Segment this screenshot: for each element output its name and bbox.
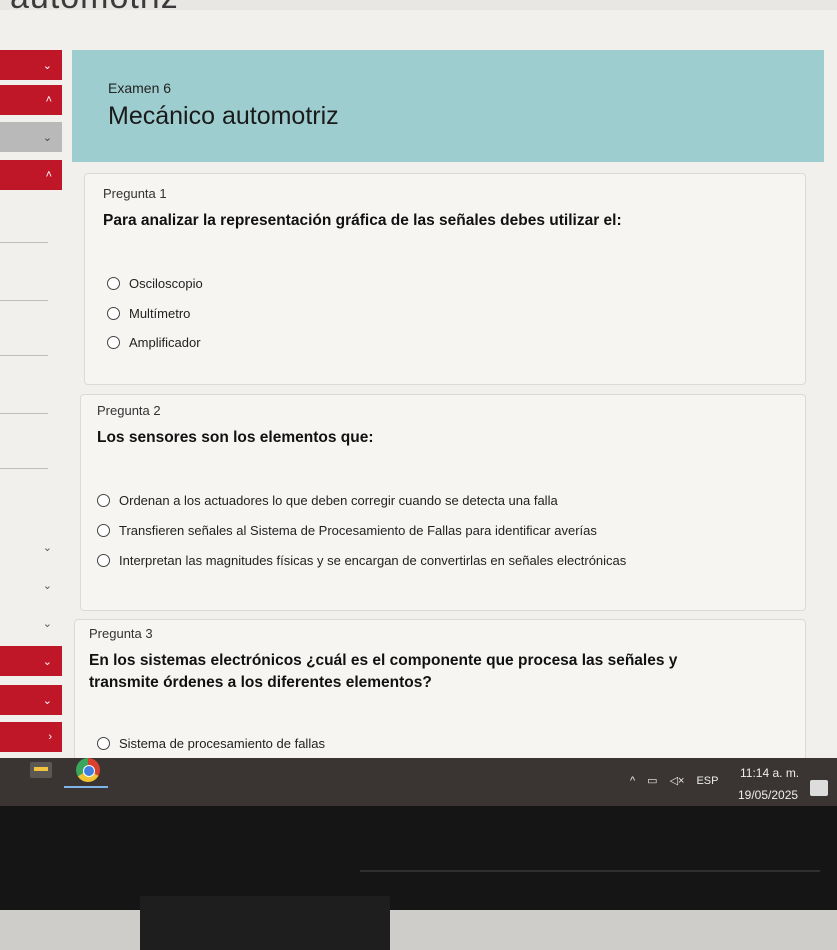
sidebar-toggle-10[interactable]: › (0, 722, 62, 752)
sidebar-divider (0, 242, 48, 243)
answer-option[interactable]: Ordenan a los actuadores lo que deben co… (97, 493, 558, 508)
file-explorer-icon[interactable] (30, 762, 52, 778)
sidebar-toggle-5[interactable]: ⌄ (0, 532, 62, 562)
sidebar-toggle-3[interactable]: ⌄ (0, 122, 62, 152)
question-text: Para analizar la representación gráfica … (103, 212, 622, 229)
question-text-line-1: En los sistemas electrónicos ¿cuál es el… (89, 652, 678, 669)
radio-button[interactable] (97, 737, 110, 750)
chevron-down-icon: ⌄ (42, 579, 52, 592)
chevron-down-icon: ⌄ (42, 59, 52, 72)
monitor-stand (140, 896, 390, 950)
chevron-down-icon: ⌄ (42, 541, 52, 554)
chevron-right-icon: › (48, 731, 52, 743)
answer-option[interactable]: Interpretan las magnitudes físicas y se … (97, 553, 626, 568)
sidebar-toggle-8[interactable]: ⌄ (0, 646, 62, 676)
screen: ⌄ ˄ ⌄ ˄ ⌄ ⌄ ⌄ ⌄ ⌄ › Examen 6 Mecánico au… (0, 10, 837, 768)
volume-muted-icon[interactable]: ◁× (670, 774, 685, 787)
notification-icon[interactable] (810, 780, 828, 796)
tray-chevron-icon[interactable]: ^ (630, 775, 635, 787)
sidebar-toggle-6[interactable]: ⌄ (0, 570, 62, 600)
desk (0, 910, 837, 950)
answer-option[interactable]: Sistema de procesamiento de fallas (97, 736, 325, 751)
exam-number: Examen 6 (108, 80, 172, 96)
clock-time[interactable]: 11:14 a. m. (740, 766, 799, 780)
active-app-indicator (64, 786, 108, 788)
sidebar-toggle-1[interactable]: ⌄ (0, 50, 62, 80)
chevron-down-icon: ⌄ (42, 617, 52, 630)
answer-option[interactable]: Transfieren señales al Sistema de Proces… (97, 523, 597, 538)
radio-button[interactable] (107, 277, 120, 290)
sidebar-divider (0, 300, 48, 301)
question-number: Pregunta 1 (103, 186, 167, 201)
radio-button[interactable] (107, 307, 120, 320)
radio-button[interactable] (97, 494, 110, 507)
sidebar-divider (0, 468, 48, 469)
question-card-3: Pregunta 3 En los sistemas electrónicos … (74, 619, 806, 768)
chevron-down-icon: ⌄ (42, 655, 52, 668)
language-indicator[interactable]: ESP (696, 775, 718, 787)
clock-date[interactable]: 19/05/2025 (738, 788, 798, 802)
answer-option[interactable]: Osciloscopio (107, 276, 203, 291)
chevron-up-icon: ˄ (45, 94, 52, 106)
question-card-1: Pregunta 1 Para analizar la representaci… (84, 173, 806, 385)
sidebar-toggle-4[interactable]: ˄ (0, 160, 62, 190)
answer-option[interactable]: Amplificador (107, 335, 201, 350)
sidebar-divider (0, 413, 48, 414)
question-text: Los sensores son los elementos que: (97, 429, 374, 446)
sidebar-toggle-7[interactable]: ⌄ (0, 608, 62, 638)
exam-title: Mecánico automotriz (108, 102, 339, 130)
answer-option[interactable]: Multímetro (107, 306, 190, 321)
radio-button[interactable] (107, 336, 120, 349)
sidebar-toggle-2[interactable]: ˄ (0, 85, 62, 115)
question-number: Pregunta 2 (97, 403, 161, 418)
exam-header: Examen 6 Mecánico automotriz (72, 50, 824, 162)
sidebar-divider (0, 355, 48, 356)
radio-button[interactable] (97, 524, 110, 537)
chevron-down-icon: ⌄ (42, 131, 52, 144)
radio-button[interactable] (97, 554, 110, 567)
network-icon[interactable]: ▭ (647, 774, 657, 787)
chevron-up-icon: ˄ (45, 169, 52, 181)
question-text-line-2: transmite órdenes a los diferentes eleme… (89, 674, 432, 691)
question-number: Pregunta 3 (89, 626, 153, 641)
chrome-icon[interactable] (76, 758, 100, 782)
taskbar: ^ ▭ ◁× ESP 11:14 a. m. 19/05/2025 (0, 758, 837, 806)
sidebar-toggle-9[interactable]: ⌄ (0, 685, 62, 715)
system-tray: ^ ▭ ◁× ESP (630, 774, 730, 788)
question-card-2: Pregunta 2 Los sensores son los elemento… (80, 394, 806, 611)
monitor-bezel (0, 806, 837, 910)
bezel-reflection (360, 870, 820, 872)
chevron-down-icon: ⌄ (42, 694, 52, 707)
